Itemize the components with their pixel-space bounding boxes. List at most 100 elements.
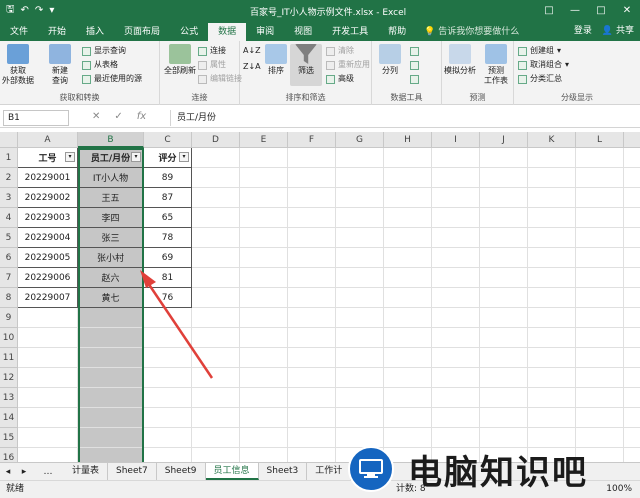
table-cell[interactable] <box>288 428 336 448</box>
table-cell[interactable]: 20229003 <box>18 208 78 228</box>
table-cell[interactable] <box>192 268 240 288</box>
ungroup-button[interactable]: 取消组合 ▾ <box>518 59 569 71</box>
table-cell[interactable] <box>576 288 624 308</box>
row-header[interactable]: 3 <box>0 188 18 208</box>
table-cell[interactable] <box>240 208 288 228</box>
data-validation-icon[interactable] <box>410 73 419 85</box>
table-cell[interactable] <box>192 188 240 208</box>
table-cell[interactable] <box>384 408 432 428</box>
table-cell[interactable] <box>624 248 640 268</box>
tab-insert[interactable]: 插入 <box>76 23 114 41</box>
sheet-tab[interactable]: Sheet7 <box>108 463 157 480</box>
table-cell[interactable] <box>240 388 288 408</box>
column-header[interactable]: K <box>528 132 576 148</box>
table-cell[interactable] <box>528 268 576 288</box>
row-header[interactable]: 6 <box>0 248 18 268</box>
table-cell[interactable] <box>78 448 144 462</box>
table-cell[interactable] <box>576 328 624 348</box>
table-cell[interactable] <box>18 368 78 388</box>
table-cell[interactable] <box>288 388 336 408</box>
refresh-all-button[interactable]: 全部刷新 <box>164 44 196 76</box>
table-cell[interactable] <box>384 308 432 328</box>
table-cell[interactable] <box>240 408 288 428</box>
table-cell[interactable] <box>480 308 528 328</box>
table-cell[interactable] <box>432 368 480 388</box>
table-cell[interactable] <box>336 328 384 348</box>
table-cell[interactable] <box>240 248 288 268</box>
table-cell[interactable]: 81 <box>144 268 192 288</box>
table-cell[interactable] <box>480 328 528 348</box>
table-cell[interactable] <box>432 388 480 408</box>
table-cell[interactable] <box>18 308 78 328</box>
table-cell[interactable] <box>480 408 528 428</box>
table-cell[interactable] <box>192 288 240 308</box>
table-cell[interactable] <box>336 368 384 388</box>
table-cell[interactable] <box>528 308 576 328</box>
insert-function-icon[interactable]: fx <box>137 111 146 122</box>
tab-developer[interactable]: 开发工具 <box>322 23 378 41</box>
table-cell[interactable] <box>18 328 78 348</box>
table-cell[interactable] <box>528 148 576 168</box>
column-header[interactable]: J <box>480 132 528 148</box>
close-button[interactable]: ✕ <box>614 0 640 21</box>
filter-dropdown-icon[interactable]: ▾ <box>179 152 189 162</box>
properties-button[interactable]: 属性 <box>198 59 226 71</box>
table-cell[interactable] <box>480 228 528 248</box>
table-cell[interactable] <box>336 308 384 328</box>
table-cell[interactable] <box>528 208 576 228</box>
share-button[interactable]: 👤 共享 <box>602 23 634 36</box>
column-header[interactable]: F <box>288 132 336 148</box>
sheet-tab[interactable]: 计量表 <box>64 463 109 480</box>
table-cell[interactable] <box>192 328 240 348</box>
table-cell[interactable] <box>576 188 624 208</box>
table-cell[interactable] <box>192 448 240 462</box>
table-cell[interactable] <box>528 408 576 428</box>
table-cell[interactable]: 78 <box>144 228 192 248</box>
table-cell[interactable] <box>480 368 528 388</box>
table-cell[interactable] <box>192 168 240 188</box>
sheet-tab[interactable]: Sheet9 <box>157 463 206 480</box>
reapply-button[interactable]: 重新应用 <box>326 59 370 71</box>
table-cell[interactable] <box>144 408 192 428</box>
what-if-button[interactable]: 模拟分析 <box>444 44 476 76</box>
table-cell[interactable]: 赵六 <box>78 268 144 288</box>
table-cell[interactable] <box>288 448 336 462</box>
table-cell[interactable] <box>288 408 336 428</box>
table-cell[interactable] <box>144 388 192 408</box>
table-cell[interactable] <box>18 348 78 368</box>
table-cell[interactable] <box>240 148 288 168</box>
table-cell[interactable]: 89 <box>144 168 192 188</box>
table-cell[interactable] <box>288 368 336 388</box>
table-cell[interactable]: 李四 <box>78 208 144 228</box>
table-cell[interactable] <box>288 208 336 228</box>
table-cell[interactable] <box>624 208 640 228</box>
table-cell[interactable] <box>480 388 528 408</box>
tab-review[interactable]: 审阅 <box>246 23 284 41</box>
table-cell[interactable] <box>192 368 240 388</box>
table-cell[interactable] <box>336 168 384 188</box>
table-cell[interactable] <box>240 188 288 208</box>
tab-more-icon[interactable]: … <box>32 467 64 477</box>
table-cell[interactable] <box>624 168 640 188</box>
name-box[interactable]: B1 <box>3 110 69 126</box>
tab-data[interactable]: 数据 <box>208 23 247 41</box>
row-header[interactable]: 5 <box>0 228 18 248</box>
column-header[interactable]: M <box>624 132 640 148</box>
table-cell[interactable]: 王五 <box>78 188 144 208</box>
table-cell[interactable] <box>528 388 576 408</box>
table-cell[interactable]: 张小村 <box>78 248 144 268</box>
table-cell[interactable] <box>384 348 432 368</box>
sort-za-icon[interactable]: Z↓A <box>243 61 261 73</box>
split-column-button[interactable]: 分列 <box>374 44 406 76</box>
recent-sources-button[interactable]: 最近使用的源 <box>82 73 142 85</box>
table-cell[interactable] <box>432 168 480 188</box>
table-cell[interactable] <box>336 288 384 308</box>
tab-file[interactable]: 文件 <box>0 23 38 41</box>
table-cell[interactable] <box>192 248 240 268</box>
table-cell[interactable] <box>288 148 336 168</box>
table-cell[interactable] <box>480 268 528 288</box>
table-cell[interactable] <box>480 248 528 268</box>
table-cell[interactable] <box>18 388 78 408</box>
row-header[interactable]: 13 <box>0 388 18 408</box>
table-cell[interactable] <box>432 308 480 328</box>
